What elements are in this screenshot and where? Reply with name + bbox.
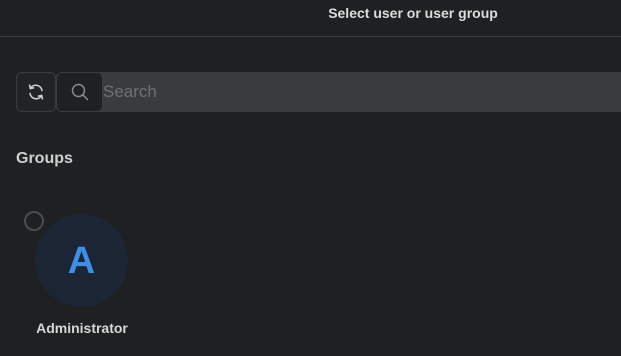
refresh-icon [28,84,44,100]
group-item-administrator[interactable]: A Administrator [22,208,142,343]
search-box [56,72,621,112]
group-select-radio[interactable] [24,211,44,231]
groups-heading: Groups [16,150,73,167]
search-icon [71,83,88,101]
dialog-header: Select user or user group [0,0,621,37]
toolbar [16,72,621,112]
refresh-button[interactable] [16,72,56,112]
avatar: A [35,214,128,307]
avatar-initial: A [67,239,96,282]
user-group-picker: Select user or user group Groups A [0,0,621,356]
group-name: Administrator [36,320,128,336]
dialog-title: Select user or user group [328,5,498,21]
search-input[interactable] [103,72,621,112]
search-icon-container [56,72,103,112]
